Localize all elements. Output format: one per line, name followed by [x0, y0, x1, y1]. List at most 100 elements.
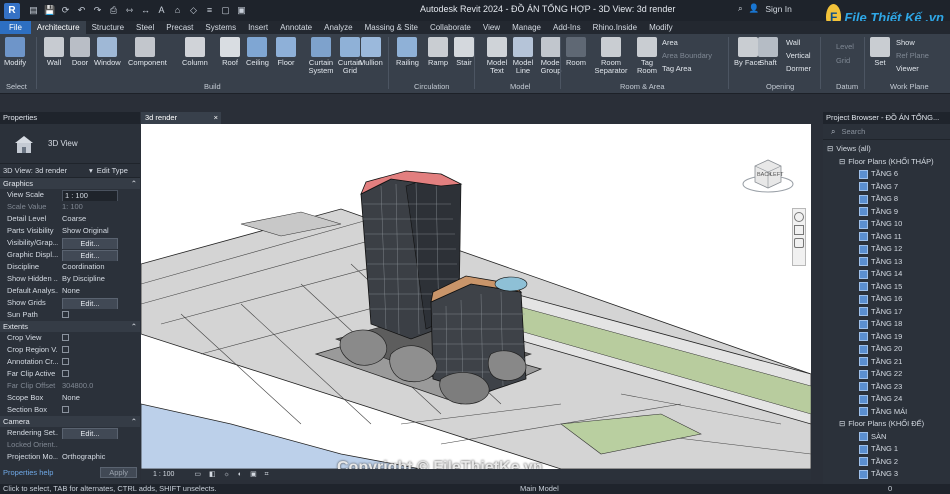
pan-icon[interactable]: [794, 225, 804, 235]
revit-app-icon[interactable]: R: [4, 2, 20, 19]
checkbox[interactable]: [62, 370, 69, 377]
instance-selector[interactable]: 3D View: 3d render: [3, 166, 89, 175]
tab-precast[interactable]: Precast: [160, 21, 199, 34]
edit-button[interactable]: Edit...: [62, 428, 118, 439]
browser-item-floor-plan[interactable]: TẦNG 10: [825, 218, 950, 231]
shadows-icon[interactable]: ◐: [238, 471, 242, 478]
browser-item-floor-plan[interactable]: SÀN: [825, 431, 950, 444]
section-camera[interactable]: Camera ⌃: [0, 416, 140, 427]
steering-wheel-icon[interactable]: [794, 212, 804, 222]
ceiling-button[interactable]: Ceiling: [246, 37, 269, 67]
view3d-icon[interactable]: ⌂: [172, 5, 183, 16]
browser-item-floor-plan[interactable]: TẦNG 2: [825, 456, 950, 469]
tab-insert[interactable]: Insert: [242, 21, 274, 34]
browser-item-floor-plan[interactable]: TẦNG 17: [825, 306, 950, 319]
collapse-icon[interactable]: ⊟: [827, 143, 833, 156]
viewcube-left-face[interactable]: LEFT: [770, 172, 783, 178]
window-button[interactable]: Window: [94, 37, 121, 67]
collapse-icon[interactable]: ⌃: [131, 321, 137, 332]
edit-button[interactable]: Edit...: [62, 250, 118, 261]
checkbox[interactable]: [62, 334, 69, 341]
property-value[interactable]: Show Original: [62, 226, 109, 235]
tab-annotate[interactable]: Annotate: [274, 21, 318, 34]
sun-path-icon[interactable]: ☼: [224, 471, 230, 478]
browser-item-floor-plan[interactable]: TẦNG 15: [825, 281, 950, 294]
ref-plane-button[interactable]: Ref Plane: [896, 51, 929, 60]
level-button[interactable]: Level: [836, 42, 854, 51]
detail-level-icon[interactable]: ▭: [194, 471, 201, 478]
ribbon-group-model[interactable]: Model: [510, 82, 530, 91]
property-value[interactable]: None: [62, 286, 80, 295]
switch-windows-icon[interactable]: ▣: [236, 5, 247, 16]
set-button[interactable]: Set: [870, 37, 890, 67]
roof-button[interactable]: Roof: [220, 37, 240, 67]
view-tab-3d-render[interactable]: 3d render ×: [141, 112, 221, 124]
visual-style-icon[interactable]: ◧: [209, 471, 216, 478]
edit-button[interactable]: Edit...: [62, 238, 118, 249]
section-extents[interactable]: Extents ⌃: [0, 321, 140, 332]
grid-button[interactable]: Grid: [836, 56, 850, 65]
print-icon[interactable]: ⎙: [108, 5, 119, 16]
tab-manage[interactable]: Manage: [506, 21, 547, 34]
ribbon-group-opening[interactable]: Opening: [766, 82, 794, 91]
browser-item-floor-plan[interactable]: TẦNG 12: [825, 243, 950, 256]
dropdown-arrow-icon[interactable]: ▾: [89, 166, 93, 175]
shaft-button[interactable]: Shaft: [758, 37, 778, 67]
collapse-icon[interactable]: ⊟: [839, 156, 845, 169]
browser-group-khoi-thap[interactable]: ⊟ Floor Plans (KHỐI THÁP): [825, 156, 950, 169]
section-icon[interactable]: ◇: [188, 5, 199, 16]
tab-analyze[interactable]: Analyze: [318, 21, 358, 34]
viewcube[interactable]: LEFT BACK: [741, 152, 795, 194]
checkbox[interactable]: [62, 406, 69, 413]
ribbon-group-work-plane[interactable]: Work Plane: [890, 82, 929, 91]
viewer-button[interactable]: Viewer: [896, 64, 919, 73]
column-button[interactable]: Column: [182, 37, 208, 67]
browser-item-floor-plan[interactable]: TẦNG 18: [825, 318, 950, 331]
edit-type-button[interactable]: Edit Type: [97, 166, 128, 175]
browser-item-floor-plan[interactable]: TẦNG 7: [825, 181, 950, 194]
view-scale-control[interactable]: 1 : 100: [153, 471, 174, 478]
dormer-button[interactable]: Dormer: [786, 64, 811, 73]
stair-button[interactable]: Stair: [454, 37, 474, 67]
crop-icon[interactable]: ⌗: [265, 471, 269, 478]
user-icon[interactable]: 👤: [749, 3, 760, 14]
browser-item-floor-plan[interactable]: TẦNG 11: [825, 231, 950, 244]
railing-button[interactable]: Railing: [396, 37, 419, 67]
property-value-input[interactable]: 1 : 100: [62, 190, 118, 201]
drawing-area-3d[interactable]: LEFT BACK: [141, 124, 811, 469]
browser-item-floor-plan[interactable]: TẦNG 24: [825, 393, 950, 406]
vertical-button[interactable]: Vertical: [786, 51, 811, 60]
thinlines-icon[interactable]: ≡: [204, 5, 215, 16]
redo-icon[interactable]: ↷: [92, 5, 103, 16]
tab-file[interactable]: File: [0, 21, 31, 34]
open-icon[interactable]: ▤: [28, 5, 39, 16]
room-button[interactable]: Room: [566, 37, 586, 67]
property-value[interactable]: By Discipline: [62, 274, 105, 283]
tab-add-ins[interactable]: Add-Ins: [547, 21, 587, 34]
apply-button[interactable]: Apply: [100, 466, 137, 478]
ribbon-group-room-area[interactable]: Room & Area: [620, 82, 665, 91]
room-separator-button[interactable]: Room Separator: [594, 37, 628, 75]
collapse-icon[interactable]: ⊟: [839, 418, 845, 431]
model-group-button[interactable]: Model Group: [534, 37, 568, 75]
section-graphics[interactable]: Graphics ⌃: [0, 178, 140, 189]
undo-icon[interactable]: ↶: [76, 5, 87, 16]
checkbox[interactable]: [62, 358, 69, 365]
tag-area-button[interactable]: Tag Area: [662, 64, 692, 73]
sync-icon[interactable]: ⟳: [60, 5, 71, 16]
browser-item-floor-plan[interactable]: TẦNG 16: [825, 293, 950, 306]
collapse-icon[interactable]: ⌃: [131, 416, 137, 427]
wall-button[interactable]: Wall: [786, 38, 800, 47]
browser-item-floor-plan[interactable]: TẦNG 8: [825, 193, 950, 206]
collapse-icon[interactable]: ⌃: [131, 178, 137, 189]
checkbox[interactable]: [62, 346, 69, 353]
area-boundary-button[interactable]: Area Boundary: [662, 51, 712, 60]
browser-item-floor-plan[interactable]: TẦNG 6: [825, 168, 950, 181]
door-button[interactable]: Door: [70, 37, 90, 67]
model-selector[interactable]: Main Model: [520, 484, 559, 494]
show-button[interactable]: Show: [896, 38, 915, 47]
render-icon[interactable]: ▣: [250, 471, 257, 478]
dimension-icon[interactable]: ↔: [140, 5, 151, 16]
floor-button[interactable]: Floor: [276, 37, 296, 67]
browser-item-floor-plan[interactable]: TẦNG 1: [825, 443, 950, 456]
